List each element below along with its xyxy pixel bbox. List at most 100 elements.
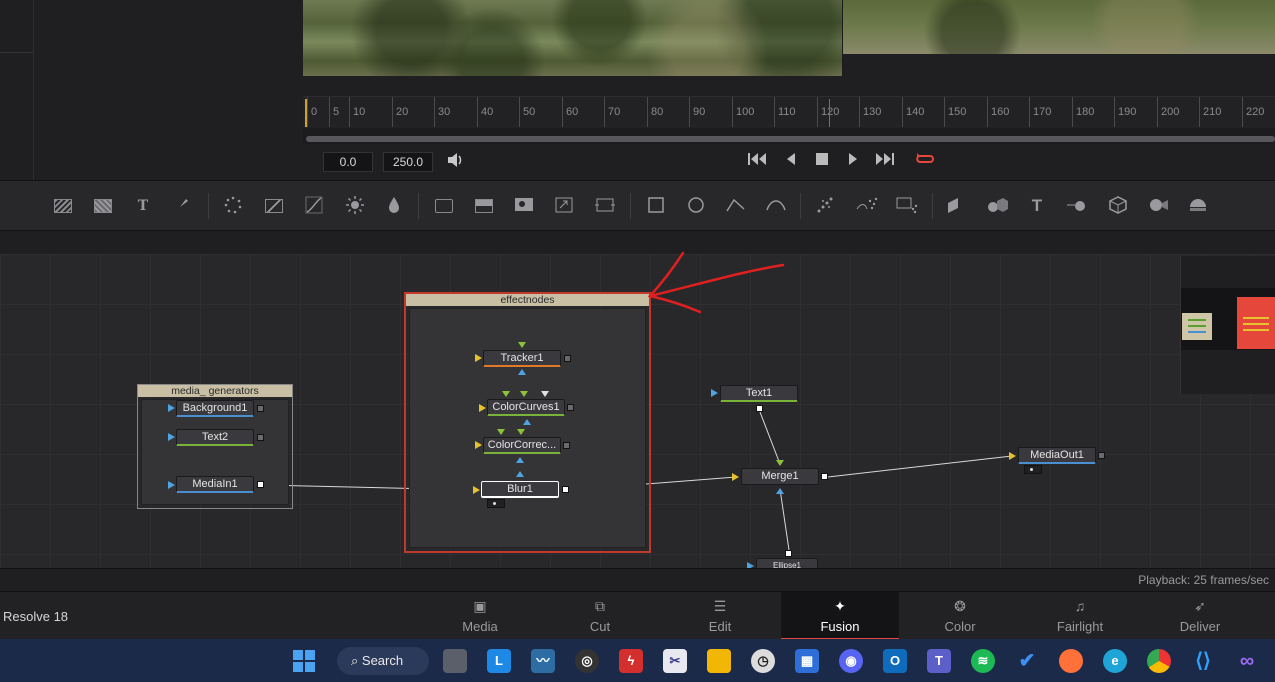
page-deliver[interactable]: ➶ Deliver <box>1141 592 1259 640</box>
3d-shapes-icon[interactable] <box>985 195 1008 217</box>
transform-2d-icon[interactable] <box>433 195 455 217</box>
node-input[interactable] <box>475 354 482 362</box>
node-input[interactable] <box>168 433 175 441</box>
node-tracker1[interactable]: Tracker1 <box>483 350 561 367</box>
color-curves-icon[interactable] <box>263 195 285 217</box>
loop-icon[interactable] <box>914 151 936 171</box>
transform-icon[interactable] <box>594 195 616 217</box>
node-input[interactable] <box>479 404 486 412</box>
node-output[interactable] <box>257 434 264 441</box>
timeline-scrollbar[interactable] <box>306 136 1275 142</box>
go-to-start-icon[interactable] <box>747 151 767 171</box>
discord-icon[interactable]: ◉ <box>839 649 863 673</box>
page-color[interactable]: ❂ Color <box>901 592 1019 640</box>
node-text2[interactable]: Text2 <box>176 429 254 446</box>
node-mediain1[interactable]: MediaIn1 <box>176 476 254 493</box>
calendar-icon[interactable]: ▦ <box>795 649 819 673</box>
node-input[interactable] <box>475 441 482 449</box>
mask-in-icon[interactable] <box>513 195 535 217</box>
chrome-icon[interactable] <box>1147 649 1171 673</box>
teams-icon[interactable]: T <box>927 649 951 673</box>
brightness-icon[interactable] <box>344 195 366 217</box>
start-time-field[interactable]: 0.0 <box>323 152 373 172</box>
node-mediaout1[interactable]: MediaOut1 <box>1018 447 1096 464</box>
3d-camera-icon[interactable] <box>1146 195 1168 217</box>
node-colorcorrector[interactable]: ColorCorrec... <box>483 437 561 454</box>
node-output[interactable] <box>756 405 763 412</box>
3d-merge-icon[interactable] <box>1065 195 1087 217</box>
group-title[interactable]: media_ generators <box>138 385 292 397</box>
rectangle-icon[interactable] <box>645 195 667 217</box>
visual-studio-icon[interactable]: ∞ <box>1235 649 1259 673</box>
page-edit[interactable]: ☰ Edit <box>661 592 779 640</box>
particle-emitter-icon[interactable] <box>815 195 837 217</box>
page-fusion[interactable]: ✦ Fusion <box>781 592 899 640</box>
node-input[interactable] <box>541 391 549 397</box>
polygon-icon[interactable] <box>725 195 747 217</box>
particle-forces-icon[interactable] <box>895 195 918 217</box>
node-output[interactable] <box>1098 452 1105 459</box>
node-output[interactable] <box>785 550 792 557</box>
resize-icon[interactable] <box>553 195 575 217</box>
task-view-icon[interactable] <box>443 649 467 673</box>
node-input[interactable] <box>497 429 505 435</box>
outlook-icon[interactable]: O <box>883 649 907 673</box>
app-l-icon[interactable]: L <box>487 649 511 673</box>
fast-noise-icon[interactable] <box>92 195 114 217</box>
node-output[interactable] <box>562 486 569 493</box>
viewer-left[interactable] <box>303 0 842 76</box>
node-mask-input[interactable] <box>523 419 531 425</box>
node-input[interactable] <box>517 429 525 435</box>
node-input[interactable] <box>1009 452 1016 460</box>
node-output[interactable] <box>821 473 828 480</box>
curve-icon[interactable] <box>303 195 325 217</box>
text-icon[interactable]: T <box>132 195 154 217</box>
volume-icon[interactable] <box>446 151 464 173</box>
time-ruler[interactable]: 0 5 10 20 30 40 50 60 70 80 90 100 110 1… <box>303 96 1275 128</box>
node-output[interactable] <box>567 404 574 411</box>
viewer-right[interactable] <box>843 0 1275 54</box>
node-input[interactable] <box>711 389 718 397</box>
taskbar-search[interactable]: ⌕ Search <box>337 647 429 675</box>
todo-icon[interactable]: ✔ <box>1015 649 1039 673</box>
particle-render-icon[interactable] <box>855 195 878 217</box>
background-icon[interactable] <box>52 195 74 217</box>
node-input[interactable] <box>168 404 175 412</box>
3d-plane-icon[interactable] <box>945 195 967 217</box>
ellipse-icon[interactable] <box>685 195 707 217</box>
step-back-icon[interactable] <box>784 151 798 171</box>
file-explorer-icon[interactable] <box>707 649 731 673</box>
snip-tool-icon[interactable]: ✂ <box>663 649 687 673</box>
node-output[interactable] <box>564 355 571 362</box>
playhead[interactable] <box>829 99 830 127</box>
node-colorcurves1[interactable]: ColorCurves1 <box>487 399 565 416</box>
node-ellipse1[interactable]: Ellipse1 <box>756 558 818 568</box>
drop-icon[interactable] <box>383 195 405 217</box>
3d-light-icon[interactable] <box>1186 195 1208 217</box>
node-merge1[interactable]: Merge1 <box>741 468 819 485</box>
node-input[interactable] <box>473 486 480 494</box>
node-mask-input[interactable] <box>516 457 524 463</box>
node-input[interactable] <box>502 391 510 397</box>
start-icon[interactable] <box>292 649 316 673</box>
node-view-toggle[interactable] <box>1024 465 1042 474</box>
go-to-end-icon[interactable] <box>875 151 895 171</box>
node-view-toggle[interactable] <box>487 499 505 508</box>
3d-text-icon[interactable]: T <box>1026 195 1048 217</box>
node-mask-input[interactable] <box>516 471 524 477</box>
bolt-app-icon[interactable]: ϟ <box>619 649 643 673</box>
3d-cube-icon[interactable] <box>1106 195 1128 217</box>
node-output[interactable] <box>257 405 264 412</box>
stop-icon[interactable] <box>815 151 829 171</box>
node-input[interactable] <box>520 391 528 397</box>
merge-icon[interactable] <box>473 195 495 217</box>
navigator-viewport[interactable] <box>1237 297 1275 349</box>
node-input[interactable] <box>732 473 739 481</box>
node-input[interactable] <box>168 481 175 489</box>
page-cut[interactable]: ⧉ Cut <box>541 592 659 640</box>
node-output[interactable] <box>563 442 570 449</box>
bspline-icon[interactable] <box>765 195 787 217</box>
node-text1[interactable]: Text1 <box>720 385 798 402</box>
page-fairlight[interactable]: ♫ Fairlight <box>1021 592 1139 640</box>
paint-icon[interactable] <box>172 195 194 217</box>
